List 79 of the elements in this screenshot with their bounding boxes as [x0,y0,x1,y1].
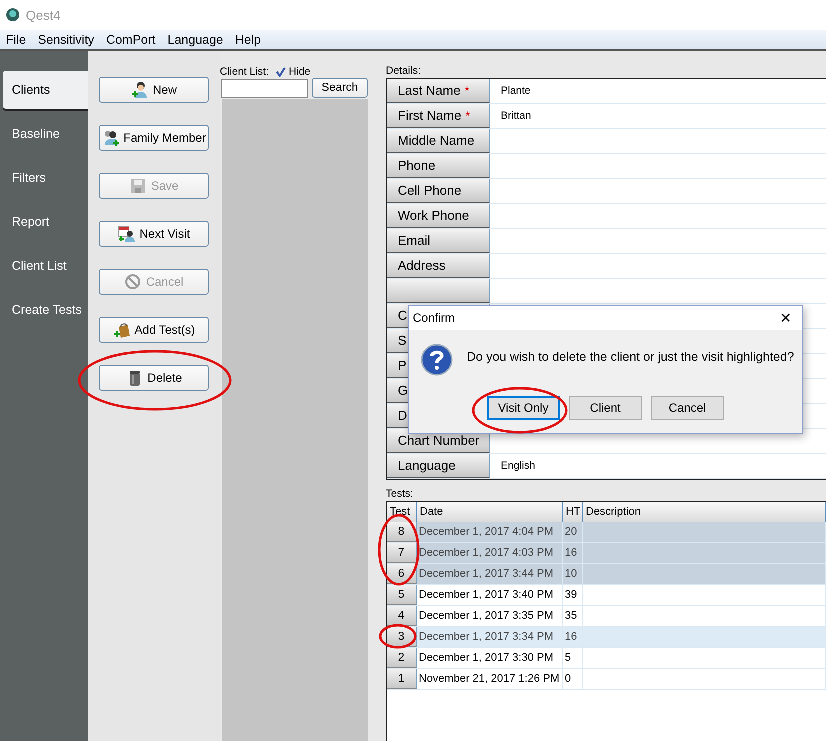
row-number: 4 [387,606,417,626]
calendar-person-icon [118,225,136,243]
dialog-button[interactable]: Cancel [651,396,724,420]
table-cell: December 1, 2017 4:03 PM [417,543,563,563]
sidebar-tab[interactable]: Clients [3,71,88,109]
table-cell: December 1, 2017 3:34 PM [417,627,563,647]
test-row[interactable]: 6 December 1, 2017 3:44 PM 10 [387,564,826,585]
table-cell: 16 [563,543,583,563]
field-label: Cell Phone [387,179,490,203]
window-title: Qest4 [26,8,61,22]
app-logo-icon [6,8,20,22]
sidebar-tab[interactable]: Report [3,203,88,241]
client-list-label: Client List: [220,66,270,78]
test-row[interactable]: 3 December 1, 2017 3:34 PM 16 [387,627,826,648]
field-value: Plante [501,85,531,97]
menu-item[interactable]: File [2,32,30,46]
table-cell: 35 [563,606,583,626]
table-cell: 20 [563,522,583,542]
test-row[interactable]: 1 November 21, 2017 1:26 PM 0 [387,669,826,690]
person-add-icon [130,81,149,99]
field-label: Middle Name [387,129,490,153]
row-number: 8 [387,522,417,542]
annotation-ellipse [379,624,417,649]
test-row[interactable]: 8 December 1, 2017 4:04 PM 20 [387,522,826,543]
sidebar-tab[interactable]: Filters [3,159,88,197]
test-row[interactable]: 5 December 1, 2017 3:40 PM 39 [387,585,826,606]
dialog-button[interactable]: Client [569,396,642,420]
field-label: First Name * [387,104,490,128]
table-cell: 16 [563,627,583,647]
details-label: Details: [386,65,422,78]
sidebar-tab[interactable]: Baseline [3,115,88,153]
field-label: Address [387,254,490,278]
field-label: Phone [387,154,490,178]
row-number: 1 [387,669,417,689]
menu-item[interactable]: Sensitivity [34,32,98,46]
table-cell: December 1, 2017 4:04 PM [417,522,563,542]
field-label: Last Name * [387,79,490,103]
annotation-ellipse [378,514,420,586]
test-row[interactable]: 4 December 1, 2017 3:35 PM 35 [387,606,826,627]
action-button[interactable]: New [99,77,209,103]
search-field[interactable] [221,78,308,98]
dialog-button[interactable]: Visit Only [487,396,560,420]
row-number: 2 [387,648,417,668]
menu-item[interactable]: Help [231,32,266,46]
field-value: English [501,460,536,472]
menu-item[interactable]: ComPort [102,32,160,46]
bag-icon [112,321,131,339]
row-number: 7 [387,543,417,563]
action-button[interactable]: Delete [99,365,209,391]
table-cell: 5 [563,648,583,668]
field-value: Brittan [501,110,532,122]
table-cell: December 1, 2017 3:35 PM [417,606,563,626]
action-button[interactable]: Add Test(s) [99,317,209,343]
field-label: Email [387,229,490,253]
test-row[interactable]: 7 December 1, 2017 4:03 PM 16 [387,543,826,564]
test-row[interactable]: 2 December 1, 2017 3:30 PM 5 [387,648,826,669]
field-label: Language [387,454,490,478]
search-button[interactable]: Search [312,78,368,98]
table-cell: 0 [563,669,583,689]
question-icon [421,344,453,376]
close-button[interactable]: ✕ [780,310,792,326]
field-label: Work Phone [387,204,490,228]
row-number: 5 [387,585,417,605]
menu-item[interactable]: Language [164,32,228,46]
hide-label: Hide [289,66,311,78]
table-cell: 39 [563,585,583,605]
table-cell: November 21, 2017 1:26 PM [417,669,563,689]
table-cell: December 1, 2017 3:44 PM [417,564,563,584]
action-button[interactable]: Next Visit [99,221,209,247]
tests-label: Tests: [386,488,414,501]
dialog-title: Confirm [413,311,456,325]
action-button[interactable]: Family Member [99,125,209,151]
table-cell: December 1, 2017 3:30 PM [417,648,563,668]
sidebar-tab[interactable]: Create Tests [3,291,88,329]
table-cell: December 1, 2017 3:40 PM [417,585,563,605]
sidebar-tab[interactable]: Client List [3,247,88,285]
table-cell: 10 [563,564,583,584]
hide-checkbox[interactable] [276,66,286,76]
prohibited-icon [124,273,142,291]
